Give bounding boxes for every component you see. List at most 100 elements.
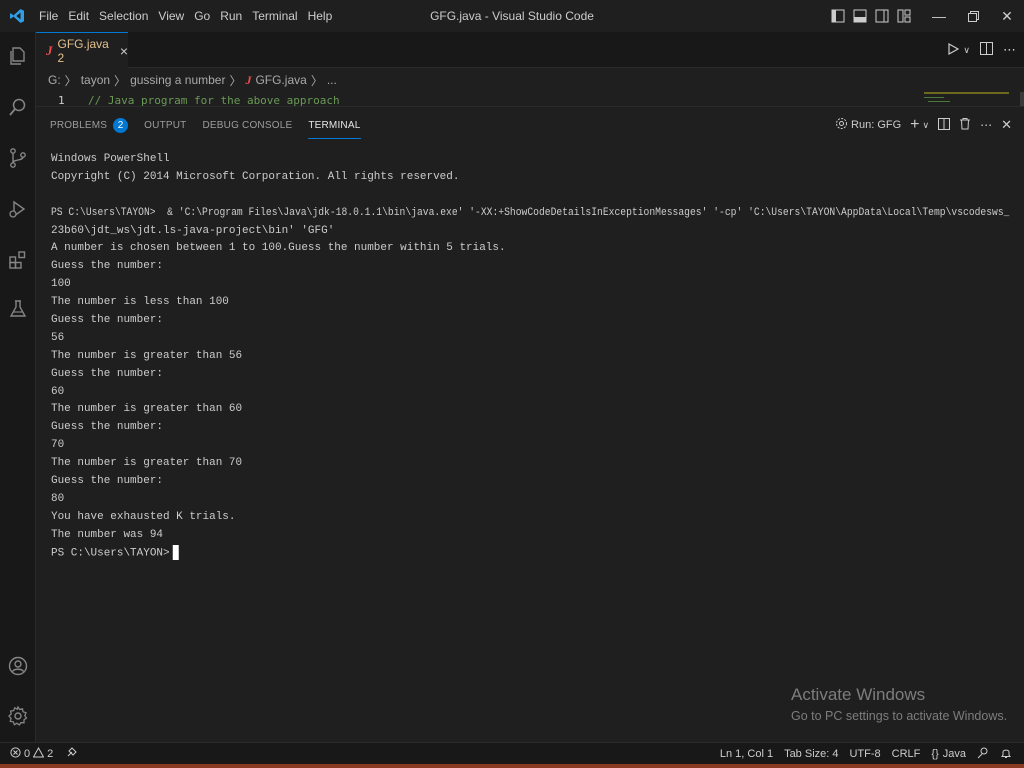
terminal-line: Copyright (C) 2014 Microsoft Corporation… <box>51 169 1009 187</box>
terminal-line: The number is greater than 56 <box>51 348 1009 366</box>
toggle-primary-sidebar-icon[interactable] <box>828 0 848 32</box>
more-actions-icon[interactable]: ⋯ <box>1003 42 1016 58</box>
menu-bar: File Edit Selection View Go Run Terminal Help <box>34 0 337 32</box>
tab-gfg-java[interactable]: J GFG.java 2 × <box>36 32 128 68</box>
close-tab-icon[interactable]: × <box>120 43 128 59</box>
terminal-line: PS C:\Users\TAYON> & 'C:\Program Files\J… <box>51 205 1009 223</box>
close-panel-icon[interactable]: ✕ <box>1001 117 1012 133</box>
terminal-line-text: Guess the number: <box>51 314 163 327</box>
tab-debug-console-label: DEBUG CONSOLE <box>202 119 293 131</box>
terminal-line: The number was 94 <box>51 527 1009 545</box>
terminal-line: The number is greater than 70 <box>51 455 1009 473</box>
menu-item-view[interactable]: View <box>153 0 189 32</box>
status-bar: 0 2 Ln 1, Col 1 Tab Size: 4 UTF-8 CRLF {… <box>0 742 1024 764</box>
testing-icon[interactable] <box>0 291 36 327</box>
menu-item-go[interactable]: Go <box>189 0 215 32</box>
kill-terminal-trash-icon[interactable] <box>959 117 971 133</box>
menu-item-selection[interactable]: Selection <box>94 0 153 32</box>
terminal-line-text: The number is greater than 56 <box>51 349 243 362</box>
tab-problems[interactable]: PROBLEMS 2 <box>50 107 129 143</box>
terminal-line-text: The number is greater than 60 <box>51 403 243 416</box>
minimap[interactable] <box>924 92 1012 106</box>
run-java-icon[interactable] <box>947 42 960 58</box>
menu-item-help[interactable]: Help <box>303 0 338 32</box>
debug-gear-icon <box>835 117 848 133</box>
menu-item-file[interactable]: File <box>34 0 63 32</box>
toggle-panel-icon[interactable] <box>850 0 870 32</box>
terminal-line: 70 <box>51 437 1009 455</box>
split-terminal-icon[interactable] <box>938 117 951 133</box>
toggle-secondary-sidebar-icon[interactable] <box>872 0 892 32</box>
tab-debug-console[interactable]: DEBUG CONSOLE <box>202 107 292 143</box>
terminal-line: You have exhausted K trials. <box>51 509 1009 527</box>
new-terminal-plus-icon[interactable]: + <box>910 116 919 134</box>
cursor-position[interactable]: Ln 1, Col 1 <box>720 748 773 760</box>
terminal-selector[interactable]: Run: GFG <box>835 117 901 133</box>
terminal-line-text: PS C:\Users\TAYON> & 'C:\Program Files\J… <box>51 206 1010 219</box>
breadcrumb-folder-tayon[interactable]: tayon <box>81 73 110 87</box>
minimize-button[interactable]: — <box>922 0 956 32</box>
braces-icon: {} <box>931 748 939 760</box>
editor-code-area[interactable]: 1 // Java program for the above approach <box>36 92 1024 106</box>
tab-terminal[interactable]: TERMINAL <box>308 107 361 143</box>
customize-layout-icon[interactable] <box>894 0 914 32</box>
watermark-title: Activate Windows <box>791 685 926 704</box>
breadcrumb-file[interactable]: GFG.java <box>255 73 306 87</box>
chevron-down-icon[interactable]: ∨ <box>963 45 970 56</box>
terminal-output[interactable]: Windows PowerShell Copyright (C) 2014 Mic… <box>51 151 1011 562</box>
language-label: Java <box>942 748 966 760</box>
menu-item-edit[interactable]: Edit <box>63 0 94 32</box>
terminal-line-text: A number is chosen between 1 to 100.Gues… <box>51 242 506 255</box>
terminal-line: 80 <box>51 491 1009 509</box>
error-count: 0 <box>24 747 31 760</box>
problems-status[interactable]: 0 2 <box>0 746 78 761</box>
accounts-icon[interactable] <box>0 648 36 684</box>
end-of-line[interactable]: CRLF <box>892 748 921 760</box>
split-editor-icon[interactable] <box>980 42 993 58</box>
java-file-icon: J <box>245 72 252 87</box>
terminal-line-text: Guess the number: <box>51 367 163 380</box>
more-actions-icon[interactable]: ⋯ <box>980 118 992 132</box>
terminal-line: The number is greater than 60 <box>51 401 1009 419</box>
breadcrumb-folder-project[interactable]: gussing a number <box>130 73 225 87</box>
close-window-button[interactable]: ✕ <box>990 0 1024 32</box>
feedback-icon[interactable] <box>977 747 989 762</box>
chevron-down-icon[interactable]: ∨ <box>923 120 930 131</box>
menu-item-terminal[interactable]: Terminal <box>247 0 302 32</box>
tab-output[interactable]: OUTPUT <box>144 107 186 143</box>
encoding[interactable]: UTF-8 <box>849 748 880 760</box>
run-and-debug-icon[interactable] <box>0 191 36 227</box>
tab-size[interactable]: Tab Size: 4 <box>784 748 838 760</box>
extensions-icon[interactable] <box>0 242 36 278</box>
manage-gear-icon[interactable] <box>0 698 36 734</box>
terminal-line: 23b60\jdt_ws\jdt.ls-java-project\bin' 'G… <box>51 223 1009 241</box>
breadcrumb-drive[interactable]: G: <box>48 73 61 87</box>
activate-windows-watermark: Activate Windows Go to PC settings to ac… <box>791 685 1007 723</box>
terminal-line-text: Guess the number: <box>51 260 163 273</box>
terminal-line-text: 70 <box>51 439 65 452</box>
java-ready-icon[interactable] <box>66 746 78 761</box>
terminal-selector-label: Run: GFG <box>851 119 902 131</box>
menu-item-run[interactable]: Run <box>215 0 247 32</box>
editor-scrollbar[interactable] <box>1020 92 1024 106</box>
notifications-bell-icon[interactable] <box>1000 747 1012 762</box>
terminal-line-text: 100 <box>51 278 71 291</box>
explorer-icon[interactable] <box>0 38 36 74</box>
language-mode[interactable]: {} Java <box>931 748 966 760</box>
terminal-line-text: The number is greater than 70 <box>51 457 243 470</box>
bottom-panel: PROBLEMS 2 OUTPUT DEBUG CONSOLE TERMINAL… <box>36 106 1024 742</box>
taskbar-strip <box>0 764 1024 768</box>
terminal-line-text: PS C:\Users\TAYON> <box>51 547 170 559</box>
search-icon[interactable] <box>0 89 36 125</box>
restore-button[interactable] <box>956 0 990 32</box>
warning-icon <box>32 746 45 761</box>
chevron-right-icon: 〉 <box>114 73 127 88</box>
java-file-icon: J <box>46 42 53 58</box>
terminal-line: Guess the number: <box>51 366 1009 384</box>
tab-terminal-label: TERMINAL <box>308 119 361 131</box>
terminal-line: Guess the number: <box>51 258 1009 276</box>
breadcrumb-symbols[interactable]: ... <box>327 73 337 87</box>
source-control-icon[interactable] <box>0 140 36 176</box>
tab-label: GFG.java 2 <box>57 36 109 65</box>
